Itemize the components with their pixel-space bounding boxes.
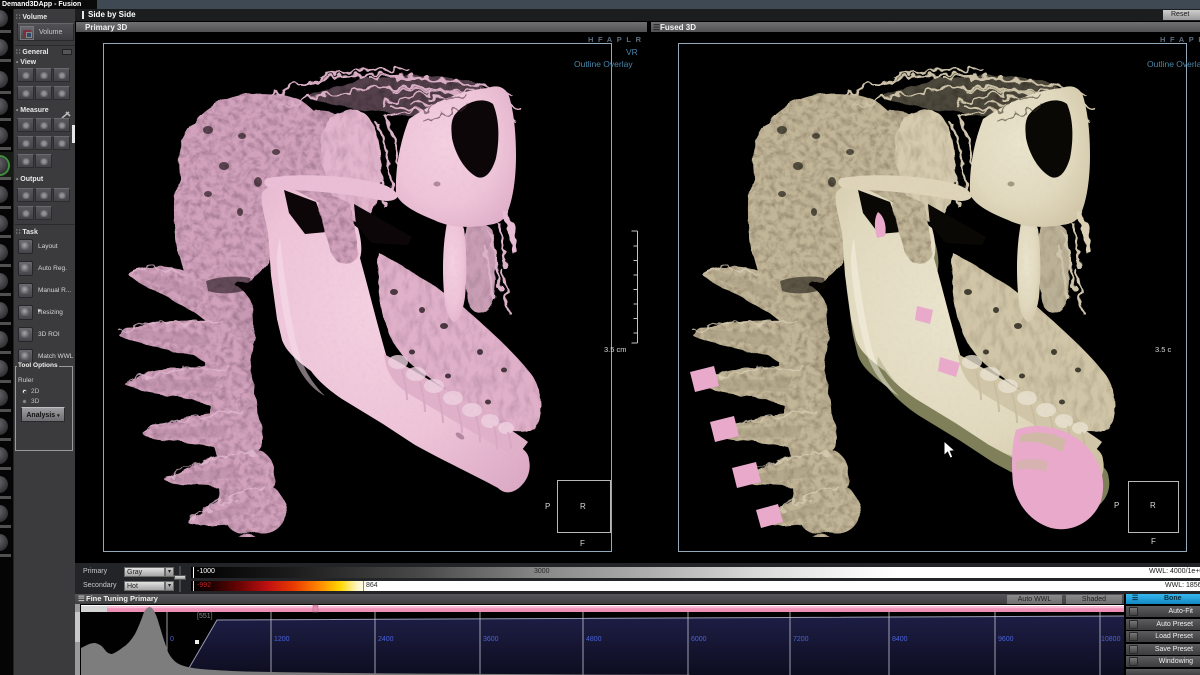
svg-text:0: 0 (170, 636, 174, 643)
svg-text:4800: 4800 (586, 636, 602, 643)
svg-text:2400: 2400 (378, 636, 394, 643)
svg-text:8400: 8400 (892, 636, 908, 643)
svg-text:10800: 10800 (1101, 636, 1121, 643)
svg-text:7200: 7200 (793, 636, 809, 643)
svg-text:[551]: [551] (197, 613, 213, 620)
svg-text:6000: 6000 (691, 636, 707, 643)
svg-text:3600: 3600 (483, 636, 499, 643)
svg-text:1200: 1200 (274, 636, 290, 643)
svg-text:9600: 9600 (998, 636, 1014, 643)
